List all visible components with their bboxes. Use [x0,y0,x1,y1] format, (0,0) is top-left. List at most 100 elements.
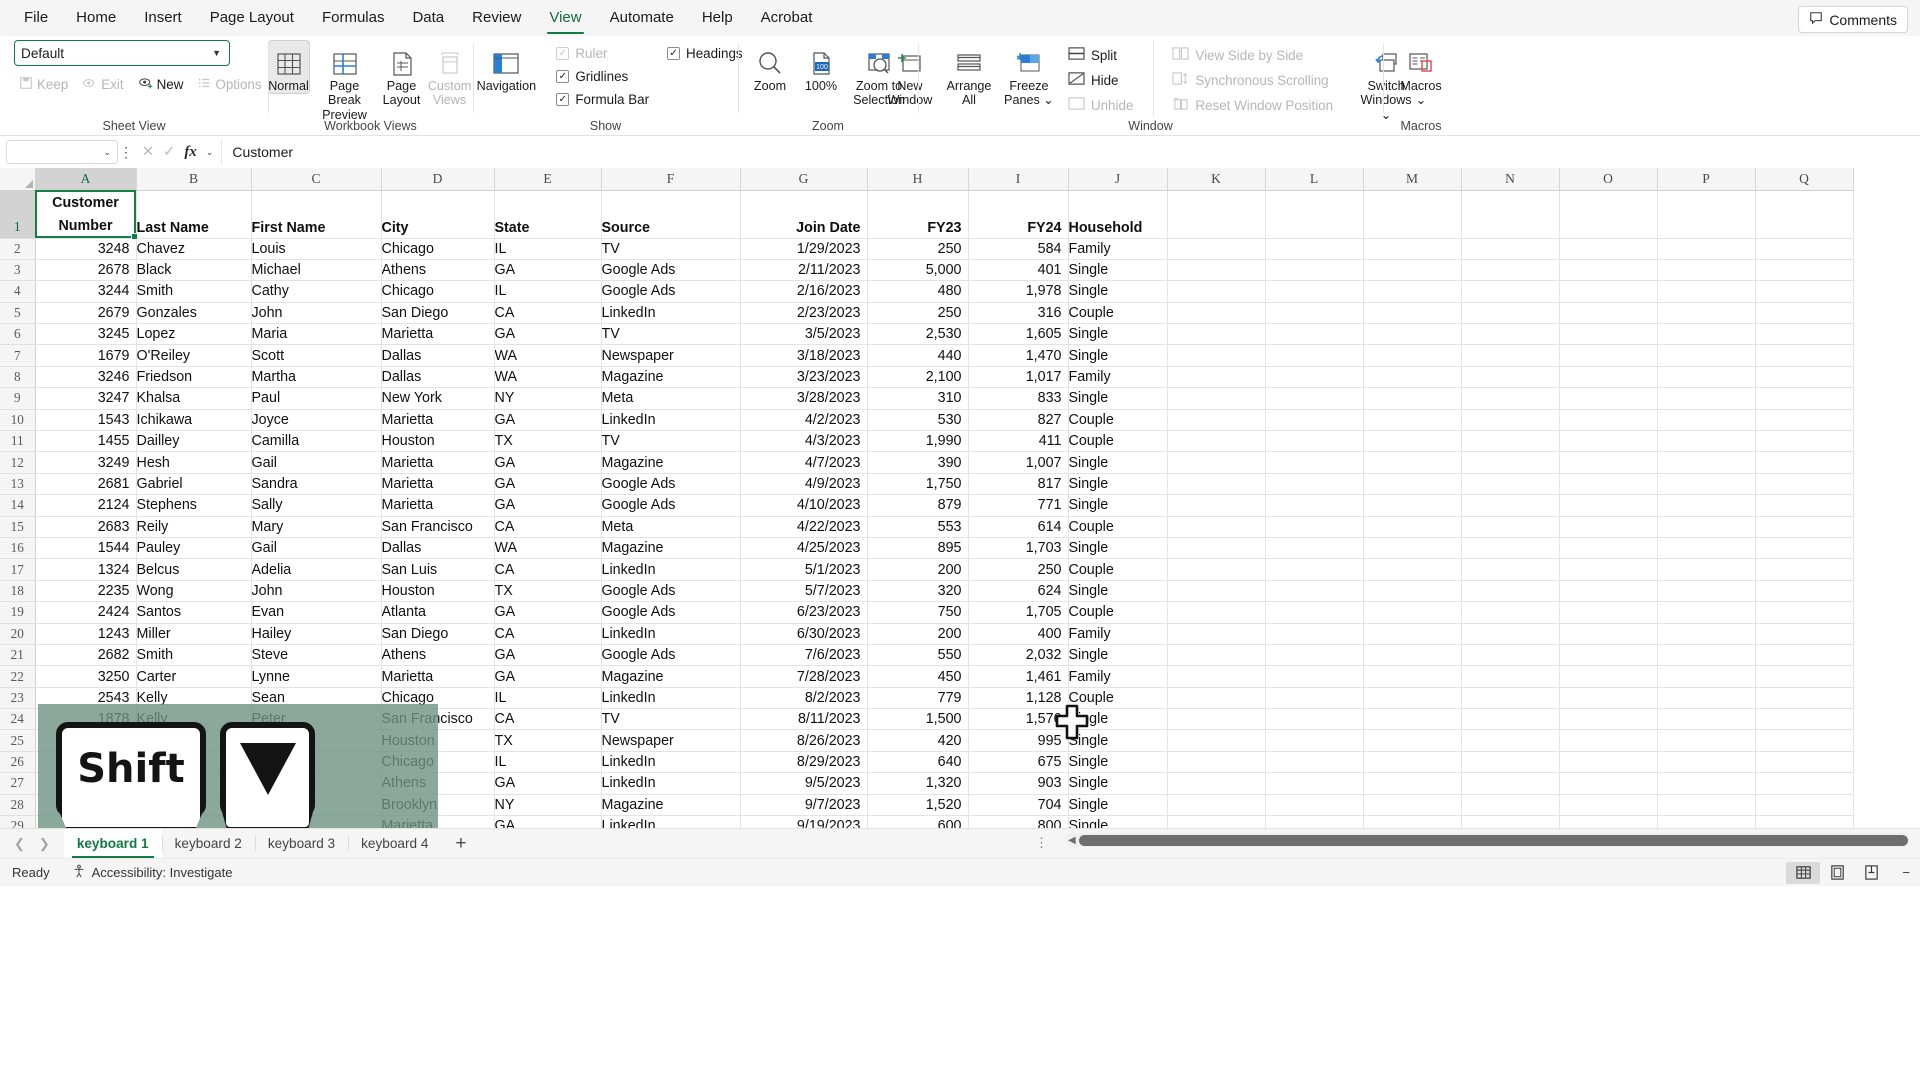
cell-N13[interactable] [1461,473,1560,496]
cell-P4[interactable] [1657,280,1756,303]
cell-N17[interactable] [1461,558,1560,581]
cell-H28[interactable]: 1,520 [867,794,969,817]
cell-L4[interactable] [1265,280,1364,303]
cell-H6[interactable]: 2,530 [867,323,969,346]
normal-view-status-button[interactable] [1786,861,1821,884]
cell-E1[interactable]: State [494,190,602,239]
hide-button[interactable]: Hide [1064,69,1137,91]
cell-A1[interactable] [35,190,137,239]
cell-E13[interactable]: GA [494,473,602,496]
cell-G20[interactable]: 6/30/2023 [740,623,868,645]
cell-I7[interactable]: 1,470 [968,344,1069,367]
cell-Q13[interactable] [1755,473,1854,496]
cell-M23[interactable] [1363,687,1462,710]
cell-L25[interactable] [1265,729,1364,752]
cell-L21[interactable] [1265,644,1364,667]
column-header-F[interactable]: F [601,168,741,191]
cell-J22[interactable]: Family [1068,665,1168,688]
row-header-19[interactable]: 19 [0,601,36,624]
cell-L19[interactable] [1265,601,1364,624]
cell-C6[interactable]: Maria [251,323,382,346]
row-header-5[interactable]: 5 [0,302,36,325]
cell-O8[interactable] [1559,366,1658,389]
cell-K28[interactable] [1167,794,1266,817]
cell-Q27[interactable] [1755,772,1854,795]
cell-I18[interactable]: 624 [968,580,1069,603]
cell-D11[interactable]: Houston [381,430,495,453]
cell-H29[interactable]: 600 [867,815,969,828]
cell-G10[interactable]: 4/2/2023 [740,409,868,432]
cell-L8[interactable] [1265,366,1364,389]
cell-J10[interactable]: Couple [1068,409,1168,432]
cell-B19[interactable]: Santos [136,601,252,624]
cell-E29[interactable]: GA [494,815,602,828]
cell-K22[interactable] [1167,665,1266,688]
cell-M24[interactable] [1363,708,1462,731]
cell-L18[interactable] [1265,580,1364,603]
cell-H19[interactable]: 750 [867,601,969,624]
cell-J28[interactable]: Single [1068,794,1168,817]
show-headings-checkbox[interactable]: ✓ Headings [663,44,747,63]
cell-I25[interactable]: 995 [968,729,1069,752]
cell-M28[interactable] [1363,794,1462,817]
cell-F17[interactable]: LinkedIn [601,558,741,581]
column-header-Q[interactable]: Q [1755,168,1854,191]
cell-P20[interactable] [1657,623,1756,645]
cell-G21[interactable]: 7/6/2023 [740,644,868,667]
cell-E5[interactable]: CA [494,302,602,325]
show-gridlines-checkbox[interactable]: ✓ Gridlines [552,67,653,86]
cell-N28[interactable] [1461,794,1560,817]
sheet-tab-keyboard-3[interactable]: keyboard 3 [254,829,349,858]
cell-K18[interactable] [1167,580,1266,603]
cell-L16[interactable] [1265,537,1364,560]
cell-I20[interactable]: 400 [968,623,1069,645]
ribbon-tab-automate[interactable]: Automate [596,3,688,33]
row-header-13[interactable]: 13 [0,473,36,496]
ribbon-tab-help[interactable]: Help [688,3,747,33]
cell-O13[interactable] [1559,473,1658,496]
cell-M14[interactable] [1363,494,1462,517]
cell-N5[interactable] [1461,302,1560,325]
cell-M2[interactable] [1363,238,1462,260]
cell-I4[interactable]: 1,978 [968,280,1069,303]
row-header-2[interactable]: 2 [0,238,36,260]
prev-sheet-icon[interactable]: ❮ [14,836,25,852]
cell-O7[interactable] [1559,344,1658,367]
cell-G12[interactable]: 4/7/2023 [740,451,868,474]
cell-C1[interactable]: First Name [251,190,382,239]
cell-O1[interactable] [1559,190,1658,239]
cell-P6[interactable] [1657,323,1756,346]
row-header-25[interactable]: 25 [0,729,36,752]
cell-F26[interactable]: LinkedIn [601,751,741,774]
cell-J8[interactable]: Family [1068,366,1168,389]
cell-C17[interactable]: Adelia [251,558,382,581]
ribbon-tab-view[interactable]: View [535,3,595,34]
cell-G2[interactable]: 1/29/2023 [740,238,868,260]
cell-J27[interactable]: Single [1068,772,1168,795]
zoom-100-button[interactable]: 100 100% [798,40,844,94]
cell-P29[interactable] [1657,815,1756,828]
cell-G22[interactable]: 7/28/2023 [740,665,868,688]
column-header-J[interactable]: J [1068,168,1168,191]
cell-J3[interactable]: Single [1068,259,1168,282]
row-header-8[interactable]: 8 [0,366,36,389]
cell-O28[interactable] [1559,794,1658,817]
cell-Q17[interactable] [1755,558,1854,581]
cell-I17[interactable]: 250 [968,558,1069,581]
cell-O17[interactable] [1559,558,1658,581]
cell-C9[interactable]: Paul [251,387,382,410]
cell-F10[interactable]: LinkedIn [601,409,741,432]
cell-M12[interactable] [1363,451,1462,474]
cell-O20[interactable] [1559,623,1658,645]
cell-C20[interactable]: Hailey [251,623,382,645]
cell-P16[interactable] [1657,537,1756,560]
cell-N21[interactable] [1461,644,1560,667]
cell-B9[interactable]: Khalsa [136,387,252,410]
sheet-view-keep-button[interactable]: Keep [14,74,73,95]
cell-O22[interactable] [1559,665,1658,688]
cell-E25[interactable]: TX [494,729,602,752]
cell-J26[interactable]: Single [1068,751,1168,774]
cell-B14[interactable]: Stephens [136,494,252,517]
cell-J4[interactable]: Single [1068,280,1168,303]
cell-E8[interactable]: WA [494,366,602,389]
